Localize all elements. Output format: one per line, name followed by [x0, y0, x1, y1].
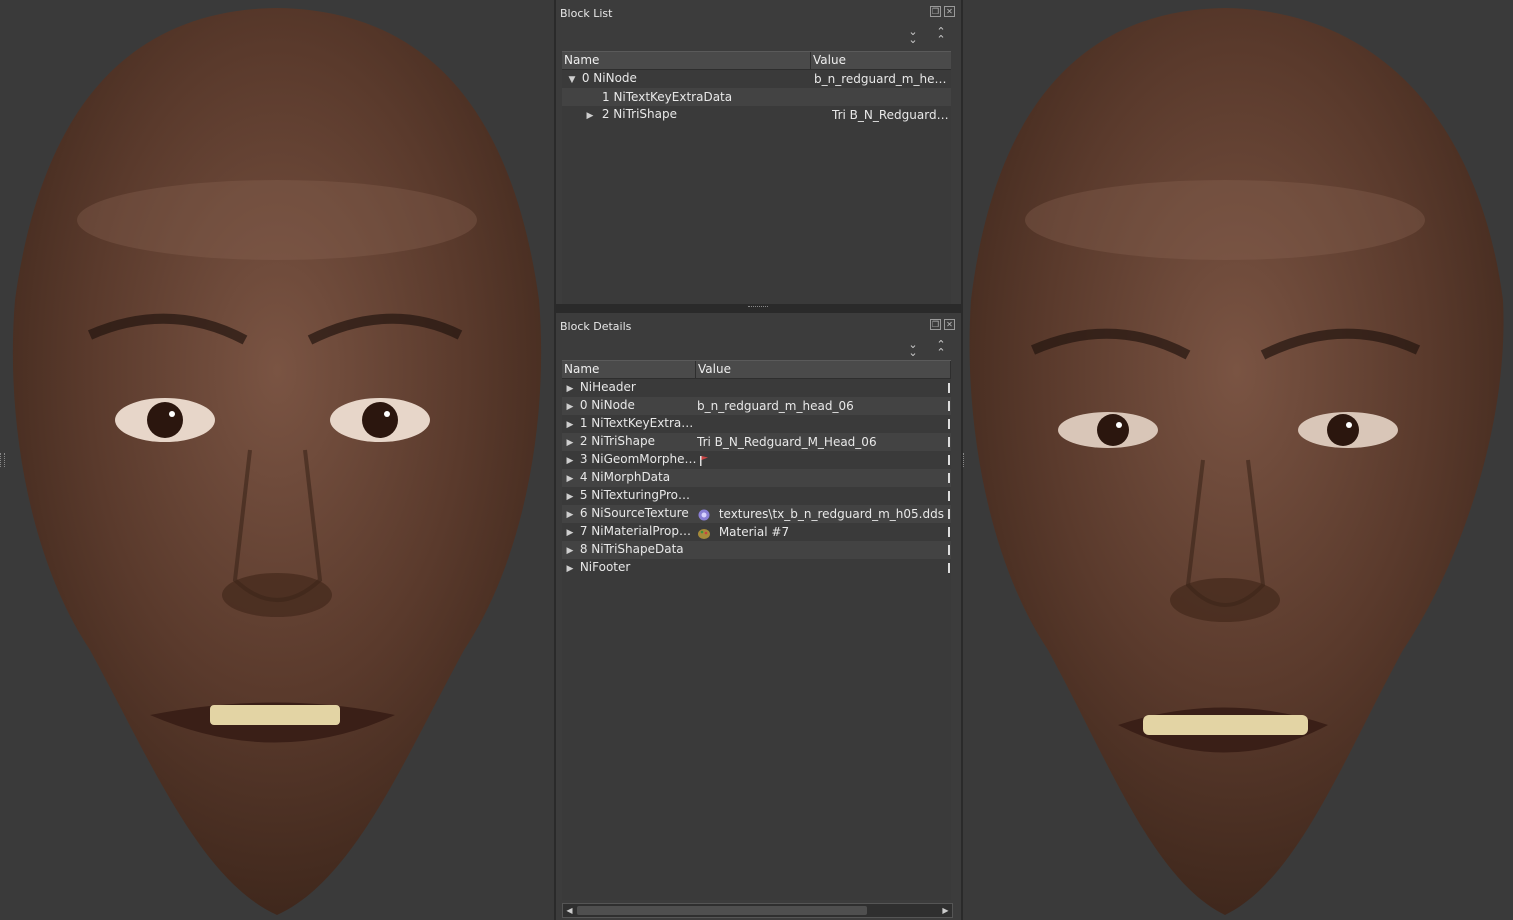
float-icon[interactable]: ❐ — [930, 319, 941, 330]
detail-row[interactable]: ▶ 7 NiMaterialProperty Material #7 — [562, 523, 951, 541]
block-details-title: Block Details — [560, 320, 632, 333]
expand-arrow-icon[interactable]: ▶ — [584, 107, 596, 125]
column-value[interactable]: Value — [696, 361, 951, 378]
detail-value: Material #7 — [718, 525, 790, 539]
float-icon[interactable]: ❐ — [930, 6, 941, 17]
detail-name: 0 NiNode — [579, 398, 635, 412]
detail-row[interactable]: ▶ 5 NiTexturingProp... — [562, 487, 951, 505]
block-list-tree[interactable]: Name Value ▼ 0 NiNode b_n_redguard_m_hea… — [562, 51, 951, 304]
detail-name: 3 NiGeomMorpher... — [579, 452, 697, 466]
scroll-right-icon[interactable]: ▶ — [939, 904, 952, 917]
detail-row[interactable]: ▶ NiFooter — [562, 559, 951, 577]
expand-all-icon[interactable]: ⌄ ⌄ — [907, 26, 919, 45]
flag-icon — [700, 455, 708, 466]
detail-name: 5 NiTexturingProp... — [579, 488, 697, 502]
detail-name: 6 NiSourceTexture — [579, 506, 689, 520]
block-details-tree[interactable]: Name Value ▶ NiHeader ▶ 0 NiNode b_n_red… — [562, 360, 951, 900]
collapse-arrow-icon[interactable]: ▼ — [566, 71, 578, 89]
detail-name: 8 NiTriShapeData — [579, 542, 684, 556]
detail-name: 2 NiTriShape — [579, 434, 655, 448]
collapse-all-icon[interactable]: ⌃ ⌃ — [935, 339, 947, 358]
dock-splitter[interactable] — [748, 306, 768, 310]
horizontal-scrollbar[interactable]: ◀ ▶ — [562, 903, 953, 918]
texture-icon — [698, 509, 710, 520]
detail-row[interactable]: ▶ 1 NiTextKeyExtraD... — [562, 415, 951, 433]
detail-row[interactable]: ▶ 8 NiTriShapeData — [562, 541, 951, 559]
detail-value: b_n_redguard_m_head_06 — [697, 399, 854, 413]
detail-value: Tri B_N_Redguard_M_Head_06 — [697, 435, 877, 449]
close-icon[interactable]: ✕ — [944, 6, 955, 17]
close-icon[interactable]: ✕ — [944, 319, 955, 330]
expand-all-icon[interactable]: ⌄ ⌄ — [907, 339, 919, 358]
head-render-left — [12, 8, 542, 915]
detail-row[interactable]: ▶ NiHeader — [562, 379, 951, 397]
column-name[interactable]: Name — [562, 52, 811, 69]
node-name: 0 NiNode — [581, 71, 637, 85]
node-name: 2 NiTriShape — [601, 107, 677, 121]
block-list-title: Block List — [560, 7, 613, 20]
detail-row[interactable]: ▶ 6 NiSourceTexture textures\tx_b_n_redg… — [562, 505, 951, 523]
block-list-panel: Block List ❐ ✕ ⌄ ⌄ ⌃ ⌃ Name Value ▼ 0 NiNo… — [556, 0, 961, 304]
detail-name: 7 NiMaterialProperty — [579, 524, 697, 538]
detail-name: NiFooter — [579, 560, 631, 574]
expand-arrow-icon[interactable]: ▶ — [564, 560, 576, 578]
scroll-left-icon[interactable]: ◀ — [563, 904, 576, 917]
detail-row[interactable]: ▶ 2 NiTriShape Tri B_N_Redguard_M_Head_0… — [562, 433, 951, 451]
block-list-header: Name Value — [562, 51, 951, 70]
column-value[interactable]: Value — [811, 52, 951, 69]
node-name: 1 NiTextKeyExtraData — [602, 90, 733, 104]
material-icon — [698, 528, 710, 539]
viewport-right[interactable] — [963, 0, 1513, 920]
detail-row[interactable]: ▶ 0 NiNode b_n_redguard_m_head_06 — [562, 397, 951, 415]
viewport-left-handle[interactable] — [0, 453, 5, 467]
block-details-panel: Block Details ❐ ✕ ⌄ ⌄ ⌃ ⌃ Name Value ▶ NiH… — [556, 313, 961, 920]
tree-row[interactable]: ▼ 0 NiNode b_n_redguard_m_head_... — [562, 70, 951, 88]
detail-row[interactable]: ▶ 4 NiMorphData — [562, 469, 951, 487]
collapse-all-icon[interactable]: ⌃ ⌃ — [935, 26, 947, 45]
scrollbar-thumb[interactable] — [577, 906, 867, 915]
detail-name: 4 NiMorphData — [579, 470, 671, 484]
viewport-left[interactable] — [0, 0, 554, 920]
detail-row[interactable]: ▶ 3 NiGeomMorpher... — [562, 451, 951, 469]
viewport-right-handle[interactable] — [963, 453, 964, 467]
detail-value: textures\tx_b_n_redguard_m_h05.dds — [718, 507, 944, 521]
tree-row[interactable]: ▶ 2 NiTriShape Tri B_N_Redguard_M_H... — [562, 106, 951, 124]
head-render-right — [969, 8, 1504, 915]
detail-name: NiHeader — [579, 380, 636, 394]
node-value: b_n_redguard_m_head_... — [814, 72, 951, 86]
block-details-header: Name Value — [562, 360, 951, 379]
tree-row[interactable]: 1 NiTextKeyExtraData — [562, 88, 951, 106]
node-value: Tri B_N_Redguard_M_H... — [832, 108, 951, 122]
detail-name: 1 NiTextKeyExtraD... — [579, 416, 697, 430]
column-name[interactable]: Name — [562, 361, 696, 378]
